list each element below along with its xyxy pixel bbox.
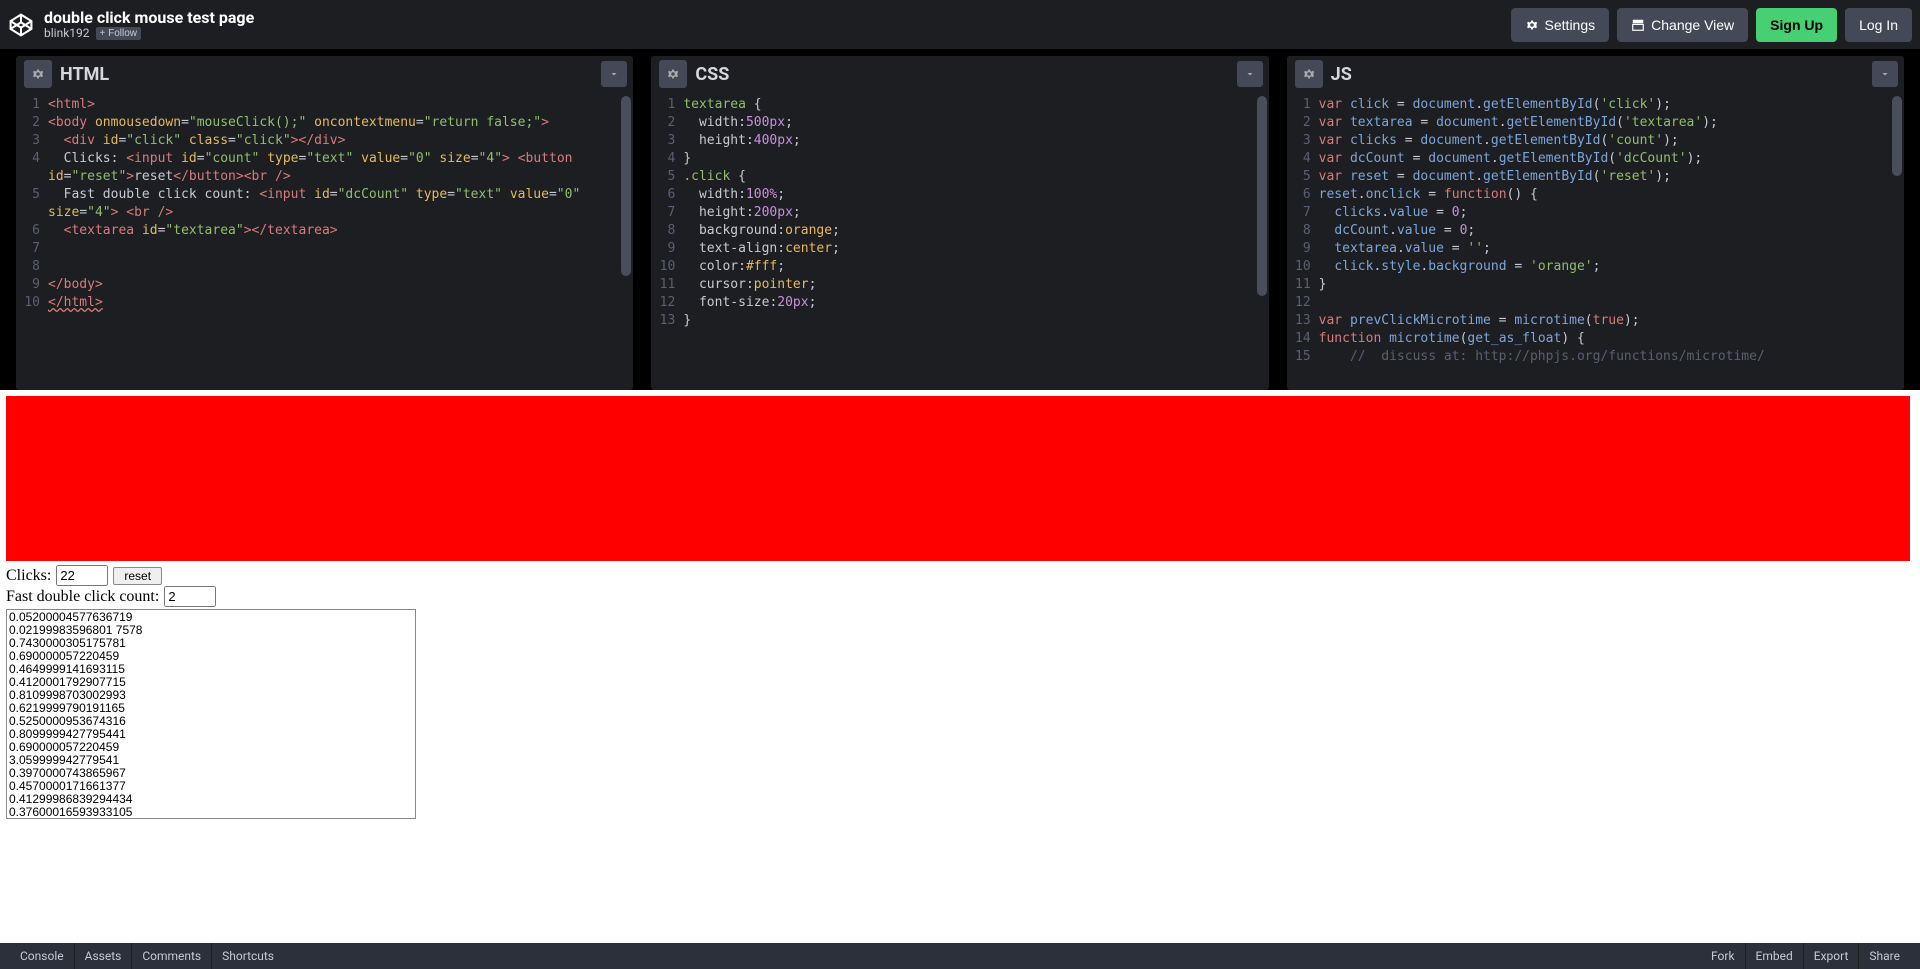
footer-comments[interactable]: Comments [131, 943, 211, 969]
footer-bar: ConsoleAssetsCommentsShortcuts ForkEmbed… [0, 943, 1920, 969]
html-code-area[interactable]: 1<html>2<body onmousedown="mouseClick();… [16, 92, 633, 390]
title-block: double click mouse test page blink192 + … [44, 9, 254, 40]
author-name[interactable]: blink192 [44, 27, 90, 40]
follow-button[interactable]: + Follow [96, 27, 142, 40]
signup-button[interactable]: Sign Up [1756, 8, 1837, 42]
css-code-area[interactable]: 1textarea {2 width:500px;3 height:400px;… [651, 92, 1268, 390]
scrollbar-thumb[interactable] [621, 96, 631, 276]
js-editor-header: JS [1287, 56, 1904, 92]
js-collapse-button[interactable] [1872, 61, 1898, 87]
change-view-button[interactable]: Change View [1617, 8, 1748, 42]
clicks-label: Clicks: [6, 567, 51, 585]
css-editor: CSS 1textarea {2 width:500px;3 height:40… [651, 56, 1268, 390]
scrollbar-thumb[interactable] [1257, 96, 1267, 296]
editors-row: HTML 1<html>2<body onmousedown="mouseCli… [0, 50, 1920, 390]
gear-icon [1525, 18, 1539, 32]
js-editor-title: JS [1331, 64, 1352, 85]
log-textarea[interactable] [6, 609, 416, 819]
settings-button[interactable]: Settings [1511, 8, 1610, 42]
footer-embed[interactable]: Embed [1745, 943, 1803, 969]
footer-assets[interactable]: Assets [74, 943, 132, 969]
footer-shortcuts[interactable]: Shortcuts [211, 943, 284, 969]
footer-export[interactable]: Export [1803, 943, 1859, 969]
html-collapse-button[interactable] [601, 61, 627, 87]
css-collapse-button[interactable] [1237, 61, 1263, 87]
change-view-label: Change View [1651, 17, 1734, 33]
html-editor-header: HTML [16, 56, 633, 92]
settings-label: Settings [1545, 17, 1596, 33]
preview-pane: Clicks: reset Fast double click count: [0, 390, 1920, 943]
scrollbar-thumb[interactable] [1892, 96, 1902, 176]
top-bar: double click mouse test page blink192 + … [0, 0, 1920, 50]
js-settings-button[interactable] [1295, 60, 1323, 88]
js-editor: JS 1var click = document.getElementById(… [1287, 56, 1904, 390]
css-editor-title: CSS [695, 64, 729, 85]
css-settings-button[interactable] [659, 60, 687, 88]
click-target-area[interactable] [6, 396, 1910, 561]
html-editor: HTML 1<html>2<body onmousedown="mouseCli… [16, 56, 633, 390]
login-button[interactable]: Log In [1845, 8, 1912, 42]
dc-input[interactable] [164, 586, 216, 607]
reset-button[interactable]: reset [113, 567, 162, 585]
html-settings-button[interactable] [24, 60, 52, 88]
clicks-input[interactable] [56, 565, 108, 586]
dc-label: Fast double click count: [6, 588, 159, 606]
footer-share[interactable]: Share [1858, 943, 1910, 969]
layout-icon [1631, 18, 1645, 32]
footer-console[interactable]: Console [10, 943, 74, 969]
js-code-area[interactable]: 1var click = document.getElementById('cl… [1287, 92, 1904, 390]
pen-title: double click mouse test page [44, 9, 254, 27]
css-editor-header: CSS [651, 56, 1268, 92]
codepen-logo-icon[interactable] [8, 12, 34, 38]
footer-fork[interactable]: Fork [1701, 943, 1745, 969]
html-editor-title: HTML [60, 64, 109, 85]
